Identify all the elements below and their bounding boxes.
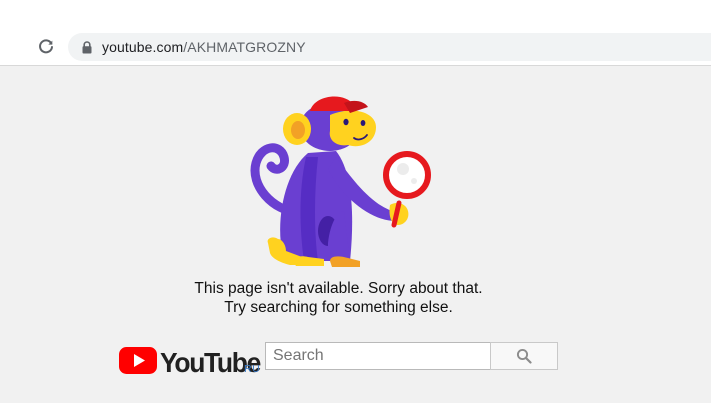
error-message: This page isn't available. Sorry about t… xyxy=(0,279,677,317)
youtube-logo[interactable]: YouTube xyxy=(118,343,264,377)
country-code: RU xyxy=(244,363,261,375)
error-line-1: This page isn't available. Sorry about t… xyxy=(194,280,483,297)
reload-button[interactable] xyxy=(34,35,58,59)
reload-icon xyxy=(39,39,53,54)
error-line-2: Try searching for something else. xyxy=(224,299,453,316)
monkey-with-magnifying-glass-illustration xyxy=(250,96,431,267)
url-text: youtube.com/AKHMATGROZNY xyxy=(102,39,306,55)
address-bar[interactable]: youtube.com/AKHMATGROZNY xyxy=(68,33,711,61)
browser-toolbar: youtube.com/AKHMATGROZNY xyxy=(0,0,711,66)
search-icon xyxy=(516,348,532,364)
search-input[interactable] xyxy=(265,342,491,370)
url-domain: youtube.com xyxy=(102,39,184,55)
search-button[interactable] xyxy=(490,342,558,370)
error-page: This page isn't available. Sorry about t… xyxy=(0,66,711,403)
lock-icon xyxy=(81,40,93,54)
url-path: /AKHMATGROZNY xyxy=(183,39,306,55)
